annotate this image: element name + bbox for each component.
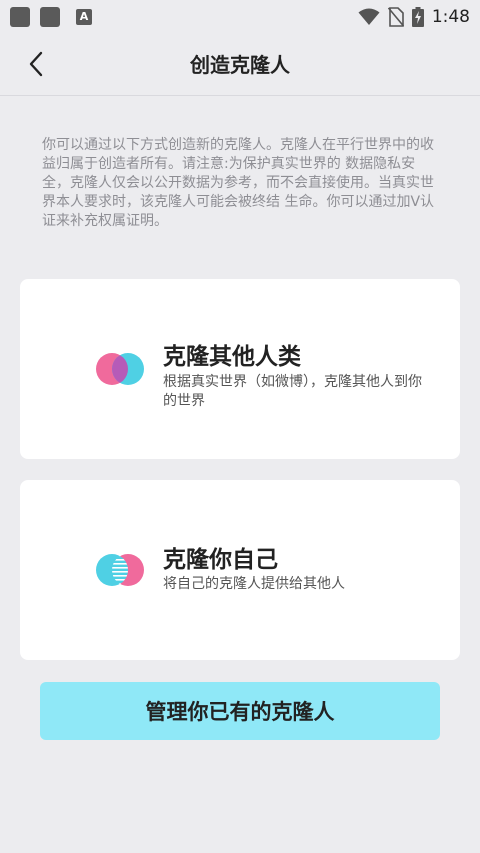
card-description: 根据真实世界（如微博），克隆其他人到你的世界	[163, 374, 422, 409]
chevron-left-icon	[29, 51, 43, 77]
card-description: 将自己的克隆人提供给其他人	[163, 576, 345, 592]
battery-charging-icon	[411, 7, 424, 27]
pink-blue-overlap-icon	[96, 353, 144, 385]
no-sim-icon	[387, 7, 404, 27]
notification-app-icon	[40, 7, 60, 27]
intro-description: 你可以通过以下方式创造新的克隆人。克隆人在平行世界中的收益归属于创造者所有。请注…	[42, 137, 435, 229]
wifi-icon	[358, 8, 380, 25]
status-time: 1:48	[431, 7, 470, 27]
manage-clones-button[interactable]: 管理你已有的克隆人	[40, 682, 440, 740]
status-notifications: A	[10, 7, 92, 27]
notification-a-icon: A	[76, 9, 92, 25]
page-title: 创造克隆人	[190, 53, 290, 77]
card-title: 克隆其他人类	[163, 344, 301, 370]
blue-pink-striped-overlap-icon	[96, 554, 144, 586]
card-title: 克隆你自己	[163, 547, 278, 573]
back-button[interactable]	[18, 46, 54, 82]
clone-others-card[interactable]: 克隆其他人类 根据真实世界（如微博），克隆其他人到你的世界	[20, 279, 460, 459]
status-system-icons: 1:48	[358, 7, 470, 27]
app-header: 创造克隆人	[0, 34, 480, 96]
status-bar: A 1:48	[0, 0, 480, 34]
clone-yourself-card[interactable]: 克隆你自己 将自己的克隆人提供给其他人	[20, 480, 460, 660]
notification-app-icon	[10, 7, 30, 27]
